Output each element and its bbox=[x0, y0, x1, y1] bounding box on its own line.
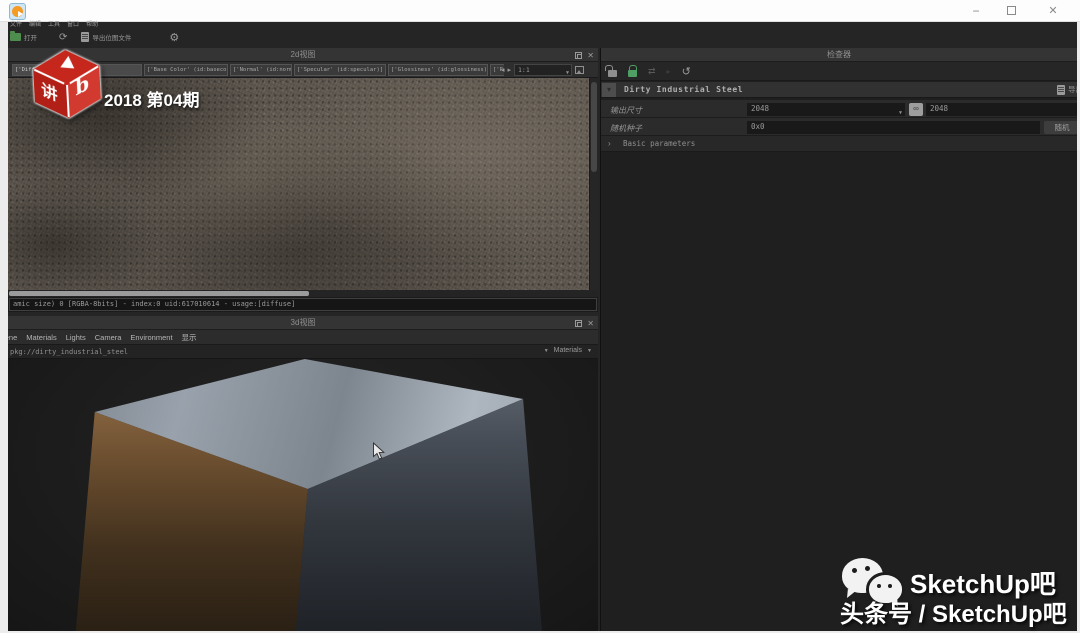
random-seed-label: 随机种子 bbox=[610, 123, 642, 134]
channel-specular-button[interactable]: ['Specular' (id:specular)] bbox=[294, 64, 386, 76]
horizontal-scrollbar-thumb[interactable] bbox=[9, 291, 309, 296]
float-panel-icon[interactable] bbox=[575, 320, 582, 327]
vertical-scrollbar-thumb[interactable] bbox=[591, 82, 597, 172]
output-width-value: 2048 bbox=[751, 104, 769, 113]
play-disabled-icon: ▸ bbox=[667, 67, 671, 76]
export-bitmap-button[interactable]: 导出位图文件 bbox=[92, 32, 131, 42]
output-size-label: 输出尺寸 bbox=[610, 105, 642, 116]
zoom-level-value: 1:1 bbox=[518, 66, 530, 74]
settings-gear-icon[interactable]: ⚙ bbox=[169, 31, 179, 44]
graph-name: Dirty Industrial Steel bbox=[624, 85, 743, 94]
reset-icon[interactable]: ↺ bbox=[682, 65, 691, 78]
screen: − ✕ 文件 编辑 工具 窗口 帮助 打开 ⟳ 导出位图文件 ⚙ 2d视图 ✕ … bbox=[0, 0, 1080, 633]
image-options-icon[interactable] bbox=[575, 66, 584, 74]
menu-file[interactable]: 文件 bbox=[10, 21, 22, 29]
lock-open-icon[interactable] bbox=[608, 70, 617, 77]
materials-dropdown[interactable]: ▼ Materials ▼ bbox=[544, 347, 592, 354]
chevron-down-icon: ▼ bbox=[566, 68, 569, 78]
mouse-cursor bbox=[372, 442, 385, 461]
next-channel-icon[interactable]: ▸ bbox=[507, 66, 511, 74]
menu-tools[interactable]: 工具 bbox=[48, 21, 60, 29]
channel-basecolor-button[interactable]: ['Base Color' (id:basecolor)] bbox=[144, 64, 228, 76]
inspector-panel: 检查器 ⇄ ▸ ↺ ▾ Dirty Industrial Steel 导出 输出… bbox=[600, 48, 1077, 631]
output-height-dropdown[interactable]: 2048 bbox=[926, 103, 1077, 116]
close-button[interactable]: ✕ bbox=[1043, 3, 1063, 19]
material-path: pkg://dirty_industrial_steel bbox=[10, 348, 128, 356]
menu-camera[interactable]: Camera bbox=[95, 333, 122, 342]
play-icon bbox=[12, 6, 23, 17]
random-seed-value: 0x0 bbox=[751, 122, 765, 131]
viewport-3d[interactable] bbox=[8, 359, 598, 631]
player-app-icon bbox=[9, 3, 26, 20]
export-label: 导出 bbox=[1068, 84, 1077, 95]
menu-display[interactable]: 显示 bbox=[182, 332, 197, 343]
maximize-button[interactable] bbox=[1007, 6, 1016, 15]
output-height-value: 2048 bbox=[930, 104, 948, 113]
view3d-menu-bar: Scene Materials Lights Camera Environmen… bbox=[8, 330, 598, 345]
random-seed-row: 随机种子 0x0 随机 bbox=[601, 118, 1077, 136]
menu-window[interactable]: 窗口 bbox=[67, 21, 79, 29]
menu-edit[interactable]: 编辑 bbox=[29, 21, 41, 29]
menu-environment[interactable]: Environment bbox=[130, 333, 172, 342]
chevron-right-icon: › bbox=[608, 139, 611, 148]
export-button[interactable]: 导出 bbox=[1057, 84, 1077, 95]
channel-bar: ['Diffuse' (id:diffuse)] ['Base Color' (… bbox=[8, 62, 598, 78]
menu-help[interactable]: 帮助 bbox=[86, 21, 98, 29]
menu-lights[interactable]: Lights bbox=[66, 333, 86, 342]
open-button[interactable]: 打开 bbox=[24, 32, 37, 42]
close-panel-icon[interactable]: ✕ bbox=[587, 51, 594, 60]
export-doc-icon bbox=[1057, 85, 1065, 95]
view2d-titlebar[interactable]: 2d视图 ✕ bbox=[8, 48, 598, 62]
channel-normal-button[interactable]: ['Normal' (id:normal)] bbox=[230, 64, 292, 76]
lock-closed-icon[interactable] bbox=[628, 70, 637, 77]
texture-status-text: amic size) 0 [RGBA-8bits] - index:0 uid:… bbox=[9, 298, 597, 311]
main-toolbar: 打开 ⟳ 导出位图文件 ⚙ bbox=[10, 29, 510, 45]
inspector-titlebar[interactable]: 检查器 bbox=[601, 48, 1077, 62]
open-folder-icon[interactable] bbox=[10, 33, 21, 41]
vertical-scrollbar[interactable] bbox=[589, 78, 598, 290]
float-panel-icon[interactable] bbox=[575, 52, 582, 59]
material-bar: pkg://dirty_industrial_steel ▼ Materials… bbox=[8, 345, 598, 359]
output-width-dropdown[interactable]: 2048 ▼ bbox=[747, 103, 905, 116]
graph-header: ▾ Dirty Industrial Steel 导出 bbox=[601, 82, 1077, 98]
inspector-toolbar: ⇄ ▸ ↺ bbox=[601, 62, 1077, 81]
swap-icon[interactable]: ⇄ bbox=[648, 66, 656, 77]
texture-status-bar: amic size) 0 [RGBA-8bits] - index:0 uid:… bbox=[8, 297, 598, 312]
inspector-title: 检查器 bbox=[827, 50, 851, 59]
channel-glossiness-button[interactable]: ['Glossiness' (id:glossiness)] bbox=[388, 64, 488, 76]
collapse-toggle[interactable]: ▾ bbox=[602, 83, 616, 97]
menu-bar: 文件 编辑 工具 窗口 帮助 bbox=[10, 21, 410, 29]
zoom-level-dropdown[interactable]: 1:1 ▼ bbox=[514, 64, 572, 76]
channel-diffuse-button[interactable]: ['Diffuse' (id:diffuse)] bbox=[12, 64, 142, 76]
basic-parameters-section[interactable]: › Basic parameters bbox=[601, 136, 1077, 152]
random-seed-field[interactable]: 0x0 bbox=[747, 121, 1040, 134]
link-size-button[interactable]: ∞ bbox=[909, 103, 923, 116]
menu-materials[interactable]: Materials bbox=[26, 333, 56, 342]
texture-2d-viewport[interactable] bbox=[8, 78, 589, 290]
refresh-icon[interactable]: ⟳ bbox=[59, 32, 67, 43]
window-titlebar: − ✕ bbox=[0, 0, 1080, 22]
view3d-titlebar[interactable]: 3d视图 ✕ bbox=[8, 316, 598, 330]
menu-scene[interactable]: Scene bbox=[8, 333, 17, 342]
view2d-title: 2d视图 bbox=[291, 50, 316, 59]
chevron-down-icon: ▼ bbox=[587, 348, 592, 354]
horizontal-scrollbar[interactable] bbox=[8, 290, 598, 297]
basic-parameters-label: Basic parameters bbox=[623, 139, 695, 148]
prev-channel-icon[interactable]: ◂ bbox=[501, 66, 505, 74]
materials-label: Materials bbox=[554, 347, 582, 354]
randomize-button[interactable]: 随机 bbox=[1044, 121, 1077, 134]
export-bitmap-icon[interactable] bbox=[81, 32, 89, 42]
chevron-down-icon: ▼ bbox=[544, 348, 549, 354]
close-panel-icon[interactable]: ✕ bbox=[587, 319, 594, 328]
output-size-row: 输出尺寸 2048 ▼ ∞ 2048 bbox=[601, 100, 1077, 118]
view3d-title: 3d视图 bbox=[291, 318, 316, 327]
minimize-button[interactable]: − bbox=[966, 3, 986, 19]
